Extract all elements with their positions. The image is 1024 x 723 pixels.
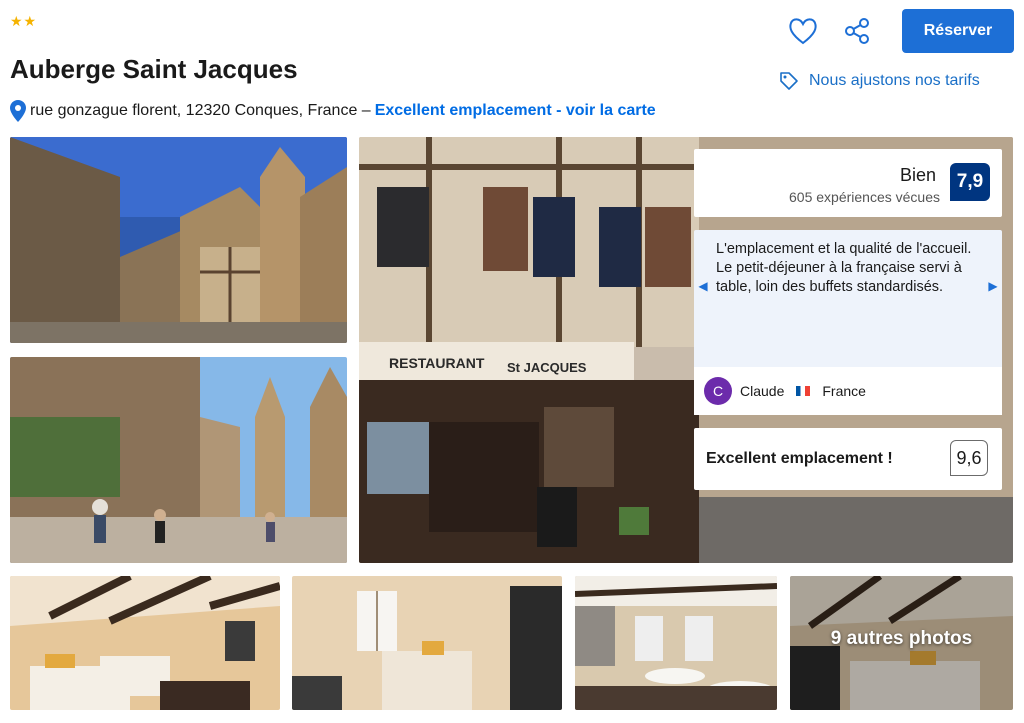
price-match-text: Nous ajustons nos tarifs: [809, 72, 980, 89]
hotel-name: Auberge Saint Jacques: [10, 54, 298, 84]
photo-village-square[interactable]: [10, 357, 347, 563]
more-photos-label[interactable]: 9 autres photos: [790, 628, 1013, 650]
review-count: 605 expériences vécues: [789, 189, 940, 205]
chevron-left-icon[interactable]: ◀: [694, 274, 712, 298]
photo-more-gallery[interactable]: 9 autres photos: [790, 576, 1013, 710]
sign-restaurant: RESTAURANT: [389, 355, 485, 371]
chevron-right-icon[interactable]: ▶: [984, 274, 1002, 298]
review-author: Claude: [740, 383, 785, 399]
photo-village-street[interactable]: [10, 137, 347, 343]
guest-review-card: ◀ L'emplacement et la qualité de l'accue…: [694, 230, 1002, 415]
photo-bedroom-twin[interactable]: [10, 576, 280, 710]
review-quote: L'emplacement et la qualité de l'accueil…: [716, 241, 972, 295]
photo-bedroom-double[interactable]: [292, 576, 562, 710]
star-rating: ★★: [10, 13, 38, 29]
share-icon[interactable]: [840, 14, 874, 48]
photo-dining-room[interactable]: [575, 576, 777, 710]
address-text: rue gonzague florent, 12320 Conques, Fra…: [30, 102, 371, 119]
map-pin-icon: [10, 100, 26, 122]
location-score-card[interactable]: Excellent emplacement ! 9,6: [694, 428, 1002, 490]
location-label: Excellent emplacement !: [706, 450, 893, 467]
location-score-badge: 9,6: [950, 440, 988, 476]
price-match-link[interactable]: Nous ajustons nos tarifs: [779, 71, 980, 91]
address-line: rue gonzague florent, 12320 Conques, Fra…: [10, 100, 656, 122]
avatar: C: [704, 377, 732, 405]
heart-icon[interactable]: [786, 14, 820, 48]
map-link[interactable]: Excellent emplacement - voir la carte: [375, 102, 656, 120]
price-tag-icon: [780, 72, 798, 90]
review-score-badge: 7,9: [950, 163, 990, 201]
france-flag-icon: [796, 386, 811, 396]
review-author-row: C Claude France: [694, 367, 1002, 415]
review-label: Bien: [899, 165, 936, 185]
review-country: France: [822, 383, 866, 399]
reserve-button[interactable]: Réserver: [902, 9, 1014, 53]
review-score-card[interactable]: Bien 605 expériences vécues 7,9: [694, 149, 1002, 217]
sign-name: St JACQUES: [507, 360, 587, 375]
